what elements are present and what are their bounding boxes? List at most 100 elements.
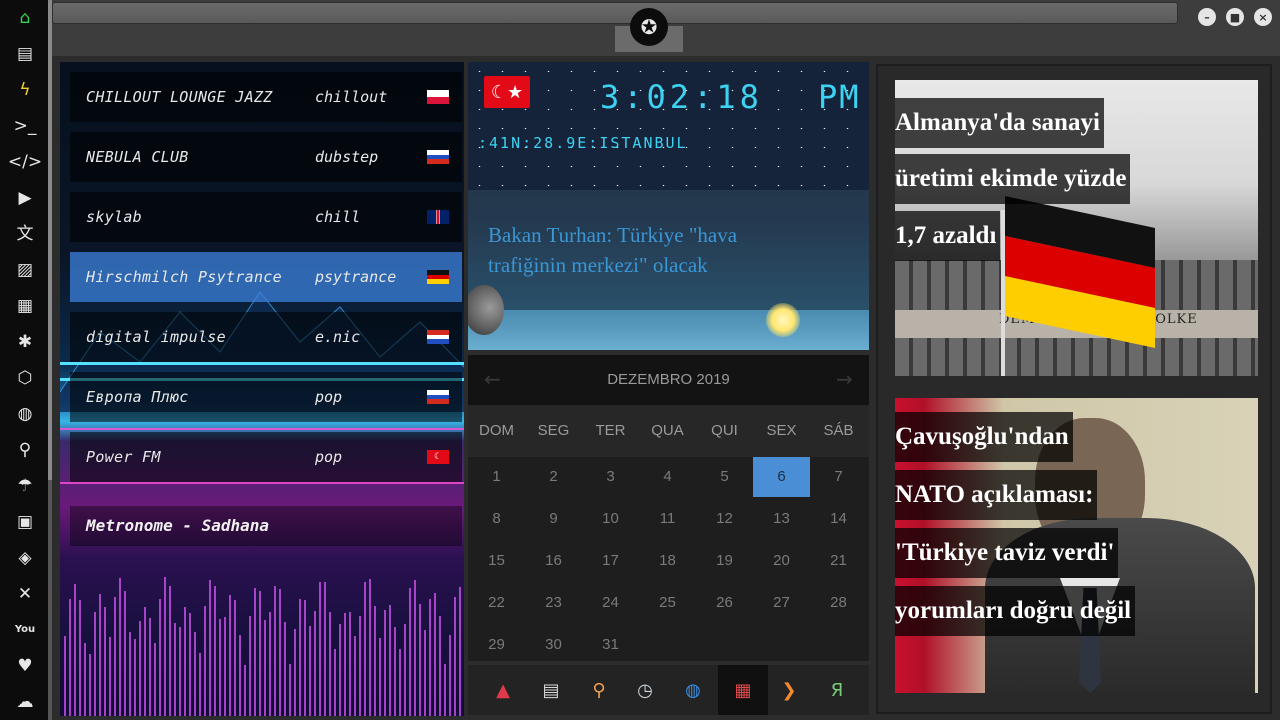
play-icon[interactable]: ▶ bbox=[10, 186, 40, 210]
hexagon-icon[interactable]: ⬡ bbox=[10, 366, 40, 390]
cloud-icon[interactable]: ☁ bbox=[10, 690, 40, 714]
weekday-label: QUA bbox=[651, 422, 684, 439]
spectrum-bar bbox=[409, 588, 411, 716]
calendar-day[interactable]: 10 bbox=[582, 499, 639, 539]
calendar-day[interactable]: 24 bbox=[582, 583, 639, 623]
news-card[interactable]: Çavuşoğlu'ndan NATO açıklaması: 'Türkiye… bbox=[895, 398, 1258, 693]
home-icon[interactable]: ⌂ bbox=[10, 6, 40, 30]
station-row[interactable]: Hirschmilch Psytrance psytrance bbox=[70, 252, 462, 302]
app-sidebar: ⌂ ▤ ϟ >_ </> ▶ 文 ▨ ▦ ✱ ⬡ ◍ ⚲ ☂ ▣ ◈ ✕ You ♥ ☁ bbox=[0, 0, 48, 720]
station-row[interactable]: skylab chill bbox=[70, 192, 462, 242]
station-row[interactable]: Power FM pop ☾ bbox=[70, 432, 462, 482]
weekday-label: SEG bbox=[537, 422, 570, 439]
calendar-day[interactable]: 11 bbox=[639, 499, 696, 539]
close-button[interactable]: × bbox=[1254, 8, 1272, 26]
news-icon[interactable]: ▦ bbox=[10, 294, 40, 318]
tag-icon[interactable]: ◈ bbox=[10, 546, 40, 570]
station-row[interactable]: NEBULA CLUB dubstep bbox=[70, 132, 462, 182]
station-genre: dubstep bbox=[315, 148, 379, 166]
calendar-day[interactable]: 16 bbox=[525, 541, 582, 581]
umbrella-icon[interactable]: ☂ bbox=[10, 474, 40, 498]
calendar-day[interactable]: 13 bbox=[753, 499, 810, 539]
contact-icon[interactable]: ▣ bbox=[10, 510, 40, 534]
calendar-widget: ← DEZEMBRO 2019 → DOM SEG TER QUA QUI SEX SÁB 1… bbox=[468, 355, 869, 661]
heart-icon[interactable]: ♥ bbox=[10, 654, 40, 678]
spectrum-bar bbox=[279, 589, 281, 716]
calendar-day[interactable]: 22 bbox=[468, 583, 525, 623]
calendar-day[interactable]: 28 bbox=[810, 583, 867, 623]
calendar-day[interactable]: 18 bbox=[639, 541, 696, 581]
headline-line: 1,7 azaldı bbox=[895, 211, 1001, 261]
weekday-label: TER bbox=[595, 422, 626, 439]
youtube-icon[interactable]: You bbox=[10, 618, 40, 642]
minimize-button[interactable]: – bbox=[1198, 8, 1216, 26]
calendar-day[interactable]: 7 bbox=[810, 457, 867, 497]
calendar-day[interactable]: 4 bbox=[639, 457, 696, 497]
launcher-icon[interactable]: ▲ bbox=[485, 672, 521, 708]
calendar-day[interactable]: 21 bbox=[810, 541, 867, 581]
spectrum-bar bbox=[314, 611, 316, 716]
spectrum-bar bbox=[404, 624, 406, 716]
calendar-day[interactable]: 8 bbox=[468, 499, 525, 539]
calendar-day[interactable]: 29 bbox=[468, 625, 525, 665]
calendar-day[interactable]: 19 bbox=[696, 541, 753, 581]
globe-app-icon[interactable]: ◍ bbox=[675, 672, 711, 708]
station-row[interactable]: CHILLOUT LOUNGE JAZZ chillout bbox=[70, 72, 462, 122]
spectrum-bar bbox=[304, 600, 306, 716]
station-row[interactable]: digital impulse e.nic bbox=[70, 312, 462, 362]
maximize-button[interactable]: ■ bbox=[1226, 8, 1244, 26]
calendar-day[interactable]: 2 bbox=[525, 457, 582, 497]
spectrum-bar bbox=[459, 587, 461, 716]
calendar-day[interactable]: 15 bbox=[468, 541, 525, 581]
calendar-day[interactable]: 9 bbox=[525, 499, 582, 539]
station-row[interactable]: Европа Плюс pop bbox=[70, 372, 462, 422]
calendar-day[interactable]: 26 bbox=[696, 583, 753, 623]
address-bar[interactable] bbox=[52, 2, 1178, 24]
calendar-day[interactable]: 1 bbox=[468, 457, 525, 497]
code-icon[interactable]: </> bbox=[8, 150, 42, 174]
clock-app-icon[interactable]: ◷ bbox=[627, 672, 663, 708]
forward-app-icon[interactable]: ❯ bbox=[771, 672, 807, 708]
calendar-day[interactable]: 23 bbox=[525, 583, 582, 623]
spectrum-bar bbox=[264, 620, 266, 716]
spectrum-bar bbox=[114, 597, 116, 716]
turkey-flag-icon[interactable]: ☾★ bbox=[484, 76, 530, 108]
search-app-icon[interactable]: ⚲ bbox=[581, 672, 617, 708]
calendar-day[interactable]: 3 bbox=[582, 457, 639, 497]
news-card[interactable]: DEM DEUTSCHEN VOLKE Almanya'da sanayi ür… bbox=[895, 80, 1258, 376]
terminal-icon[interactable]: >_ bbox=[10, 114, 40, 138]
rebel-emblem-icon[interactable]: ✪ bbox=[630, 8, 668, 46]
calendar-app-icon[interactable]: ▦ bbox=[718, 665, 768, 715]
ticker-headline[interactable]: Bakan Turhan: Türkiye "hava trafiğinin m… bbox=[488, 220, 788, 280]
image-icon[interactable]: ▨ bbox=[10, 258, 40, 282]
asterisk-icon[interactable]: ✱ bbox=[10, 330, 40, 354]
spectrum-bar bbox=[274, 586, 276, 716]
calendar-day[interactable]: 25 bbox=[639, 583, 696, 623]
next-month-button[interactable]: → bbox=[836, 367, 853, 391]
spectrum-bar bbox=[229, 595, 231, 716]
calendar-day[interactable]: 6 bbox=[753, 457, 810, 497]
news-reader-icon[interactable]: ▤ bbox=[533, 672, 569, 708]
calendar-day[interactable]: 14 bbox=[810, 499, 867, 539]
calendar-day[interactable]: 31 bbox=[582, 625, 639, 665]
yandex-app-icon[interactable]: Я bbox=[819, 672, 855, 708]
calendar-day[interactable]: 5 bbox=[696, 457, 753, 497]
search-icon[interactable]: ⚲ bbox=[10, 438, 40, 462]
spectrum-bar bbox=[324, 582, 326, 716]
spectrum-bar bbox=[194, 632, 196, 716]
spectrum-bar bbox=[64, 636, 66, 716]
calendar-day[interactable]: 12 bbox=[696, 499, 753, 539]
bolt-icon[interactable]: ϟ bbox=[10, 78, 40, 102]
calendar-day[interactable]: 27 bbox=[753, 583, 810, 623]
spectrum-bar bbox=[309, 626, 311, 716]
calendar-day[interactable]: 17 bbox=[582, 541, 639, 581]
document-icon[interactable]: ▤ bbox=[10, 42, 40, 66]
spectrum-bar bbox=[424, 630, 426, 716]
calendar-day[interactable]: 20 bbox=[753, 541, 810, 581]
shuffle-icon[interactable]: ✕ bbox=[10, 582, 40, 606]
spectrum-bar bbox=[289, 664, 291, 716]
translate-icon[interactable]: 文 bbox=[10, 222, 40, 246]
globe-icon[interactable]: ◍ bbox=[10, 402, 40, 426]
calendar-day[interactable]: 30 bbox=[525, 625, 582, 665]
station-name: Power FM bbox=[86, 448, 161, 466]
